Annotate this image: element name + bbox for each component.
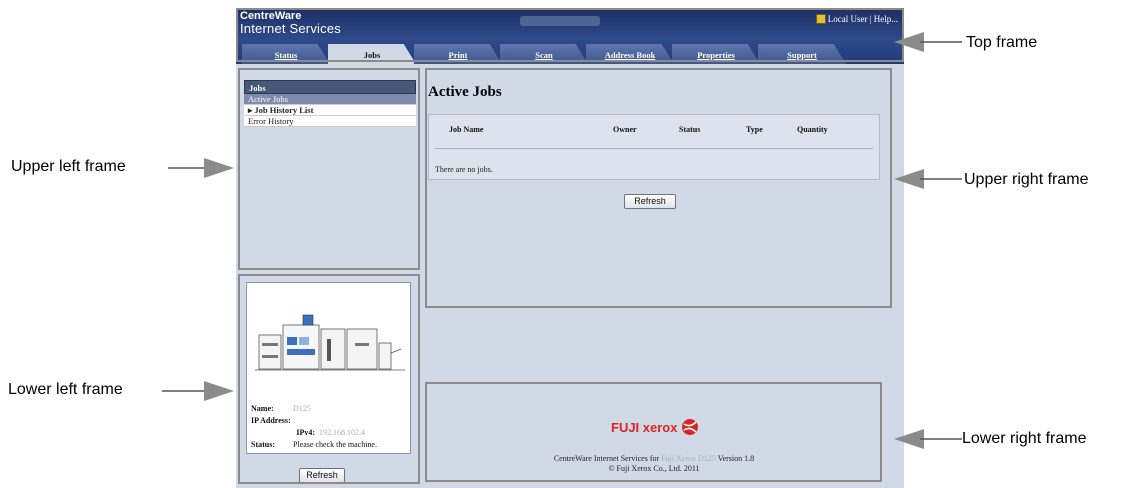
top-frame-outline [236, 8, 904, 62]
upper-right-frame-arrow-icon [894, 169, 962, 189]
upper-left-frame-arrow-icon [168, 158, 234, 178]
top-frame-arrow-icon [894, 32, 962, 52]
upper-left-frame-label: Upper left frame [11, 158, 126, 175]
canvas: CentreWare Internet Services Local User … [0, 0, 1123, 488]
top-frame-label: Top frame [966, 34, 1038, 51]
upper-right-frame-outline [425, 68, 892, 308]
lower-right-frame-arrow-icon [894, 429, 962, 449]
upper-left-frame-outline [238, 68, 420, 270]
lower-left-frame-label: Lower left frame [8, 381, 123, 398]
lower-left-frame-arrow-icon [162, 381, 234, 401]
upper-right-frame-label: Upper right frame [964, 171, 1089, 188]
lower-right-frame-outline [425, 382, 882, 482]
lower-left-frame-outline [238, 274, 420, 484]
lower-right-frame-label: Lower right frame [962, 430, 1087, 447]
